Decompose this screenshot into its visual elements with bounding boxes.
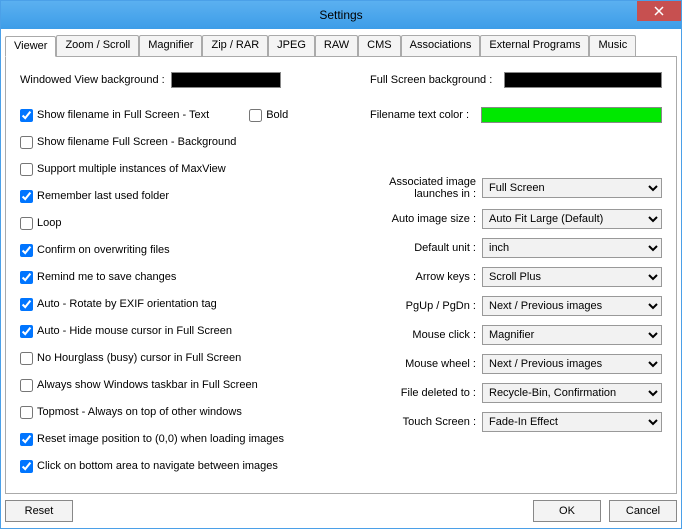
tab-panel: Windowed View background : Show filename… xyxy=(5,57,677,494)
filename-color-swatch[interactable] xyxy=(481,107,662,123)
mouse-click-select[interactable]: Magnifier xyxy=(482,325,662,345)
click-bottom-input[interactable] xyxy=(20,460,33,473)
settings-window: Settings Viewer Zoom / Scroll Magnifier … xyxy=(0,0,682,529)
remember-folder-input[interactable] xyxy=(20,190,33,203)
ok-button[interactable]: OK xyxy=(533,500,601,522)
window-title: Settings xyxy=(1,8,681,22)
no-hourglass-label: No Hourglass (busy) cursor in Full Scree… xyxy=(37,352,241,364)
multi-instance-input[interactable] xyxy=(20,163,33,176)
assoc-launch-select[interactable]: Full Screen xyxy=(482,178,662,198)
remember-folder-label: Remember last used folder xyxy=(37,190,169,202)
auto-hide-cursor-input[interactable] xyxy=(20,325,33,338)
multi-instance-label: Support multiple instances of MaxView xyxy=(37,163,226,175)
tab-jpeg[interactable]: JPEG xyxy=(268,35,315,56)
multi-instance-checkbox[interactable]: Support multiple instances of MaxView xyxy=(20,163,226,176)
close-icon xyxy=(654,6,664,16)
tab-music[interactable]: Music xyxy=(589,35,636,56)
tab-zoom-scroll[interactable]: Zoom / Scroll xyxy=(56,35,139,56)
no-hourglass-checkbox[interactable]: No Hourglass (busy) cursor in Full Scree… xyxy=(20,352,241,365)
mouse-click-label: Mouse click : xyxy=(370,329,482,341)
touch-select[interactable]: Fade-In Effect xyxy=(482,412,662,432)
fullscreen-bg-label: Full Screen background : xyxy=(370,74,498,86)
titlebar: Settings xyxy=(1,1,681,29)
mouse-wheel-label: Mouse wheel : xyxy=(370,358,482,370)
show-filename-text-input[interactable] xyxy=(20,109,33,122)
remind-save-input[interactable] xyxy=(20,271,33,284)
auto-rotate-checkbox[interactable]: Auto - Rotate by EXIF orientation tag xyxy=(20,298,217,311)
always-taskbar-checkbox[interactable]: Always show Windows taskbar in Full Scre… xyxy=(20,379,258,392)
assoc-launch-label: Associated image launches in : xyxy=(370,176,482,200)
filename-color-label: Filename text color : xyxy=(370,109,475,121)
touch-label: Touch Screen : xyxy=(370,416,482,428)
confirm-overwrite-input[interactable] xyxy=(20,244,33,257)
fullscreen-bg-swatch[interactable] xyxy=(504,72,662,88)
windowed-bg-label: Windowed View background : xyxy=(20,74,165,86)
tab-cms[interactable]: CMS xyxy=(358,35,400,56)
reset-pos-input[interactable] xyxy=(20,433,33,446)
no-hourglass-input[interactable] xyxy=(20,352,33,365)
bold-checkbox[interactable]: Bold xyxy=(249,109,288,122)
auto-rotate-input[interactable] xyxy=(20,298,33,311)
show-filename-text-checkbox[interactable]: Show filename in Full Screen - Text xyxy=(20,109,209,122)
remember-folder-checkbox[interactable]: Remember last used folder xyxy=(20,190,169,203)
file-deleted-label: File deleted to : xyxy=(370,387,482,399)
right-column: Full Screen background : Filename text c… xyxy=(370,71,662,485)
show-filename-text-label: Show filename in Full Screen - Text xyxy=(37,109,209,121)
always-taskbar-input[interactable] xyxy=(20,379,33,392)
auto-hide-cursor-checkbox[interactable]: Auto - Hide mouse cursor in Full Screen xyxy=(20,325,232,338)
loop-label: Loop xyxy=(37,217,61,229)
tab-zip-rar[interactable]: Zip / RAR xyxy=(202,35,268,56)
bold-input[interactable] xyxy=(249,109,262,122)
arrow-keys-select[interactable]: Scroll Plus xyxy=(482,267,662,287)
left-column: Windowed View background : Show filename… xyxy=(20,71,350,485)
show-filename-bg-label: Show filename Full Screen - Background xyxy=(37,136,236,148)
tab-external-programs[interactable]: External Programs xyxy=(480,35,589,56)
show-filename-bg-input[interactable] xyxy=(20,136,33,149)
default-unit-select[interactable]: inch xyxy=(482,238,662,258)
auto-rotate-label: Auto - Rotate by EXIF orientation tag xyxy=(37,298,217,310)
file-deleted-select[interactable]: Recycle-Bin, Confirmation xyxy=(482,383,662,403)
pgup-select[interactable]: Next / Previous images xyxy=(482,296,662,316)
confirm-overwrite-label: Confirm on overwriting files xyxy=(37,244,170,256)
close-button[interactable] xyxy=(637,1,681,21)
button-bar: Reset OK Cancel xyxy=(5,494,677,524)
always-taskbar-label: Always show Windows taskbar in Full Scre… xyxy=(37,379,258,391)
tab-bar: Viewer Zoom / Scroll Magnifier Zip / RAR… xyxy=(5,35,677,57)
windowed-bg-swatch[interactable] xyxy=(171,72,281,88)
confirm-overwrite-checkbox[interactable]: Confirm on overwriting files xyxy=(20,244,170,257)
tab-associations[interactable]: Associations xyxy=(401,35,481,56)
show-filename-bg-checkbox[interactable]: Show filename Full Screen - Background xyxy=(20,136,236,149)
click-bottom-label: Click on bottom area to navigate between… xyxy=(37,460,278,472)
tab-magnifier[interactable]: Magnifier xyxy=(139,35,202,56)
topmost-input[interactable] xyxy=(20,406,33,419)
mouse-wheel-select[interactable]: Next / Previous images xyxy=(482,354,662,374)
topmost-label: Topmost - Always on top of other windows xyxy=(37,406,242,418)
reset-pos-label: Reset image position to (0,0) when loadi… xyxy=(37,433,284,445)
reset-button[interactable]: Reset xyxy=(5,500,73,522)
arrow-keys-label: Arrow keys : xyxy=(370,271,482,283)
auto-hide-cursor-label: Auto - Hide mouse cursor in Full Screen xyxy=(37,325,232,337)
bold-label: Bold xyxy=(266,109,288,121)
loop-checkbox[interactable]: Loop xyxy=(20,217,61,230)
tab-raw[interactable]: RAW xyxy=(315,35,358,56)
auto-size-select[interactable]: Auto Fit Large (Default) xyxy=(482,209,662,229)
cancel-button[interactable]: Cancel xyxy=(609,500,677,522)
click-bottom-checkbox[interactable]: Click on bottom area to navigate between… xyxy=(20,460,278,473)
reset-pos-checkbox[interactable]: Reset image position to (0,0) when loadi… xyxy=(20,433,284,446)
topmost-checkbox[interactable]: Topmost - Always on top of other windows xyxy=(20,406,242,419)
remind-save-label: Remind me to save changes xyxy=(37,271,176,283)
content-area: Viewer Zoom / Scroll Magnifier Zip / RAR… xyxy=(1,29,681,528)
pgup-label: PgUp / PgDn : xyxy=(370,300,482,312)
remind-save-checkbox[interactable]: Remind me to save changes xyxy=(20,271,176,284)
tab-viewer[interactable]: Viewer xyxy=(5,36,56,57)
default-unit-label: Default unit : xyxy=(370,242,482,254)
loop-input[interactable] xyxy=(20,217,33,230)
auto-size-label: Auto image size : xyxy=(370,213,482,225)
